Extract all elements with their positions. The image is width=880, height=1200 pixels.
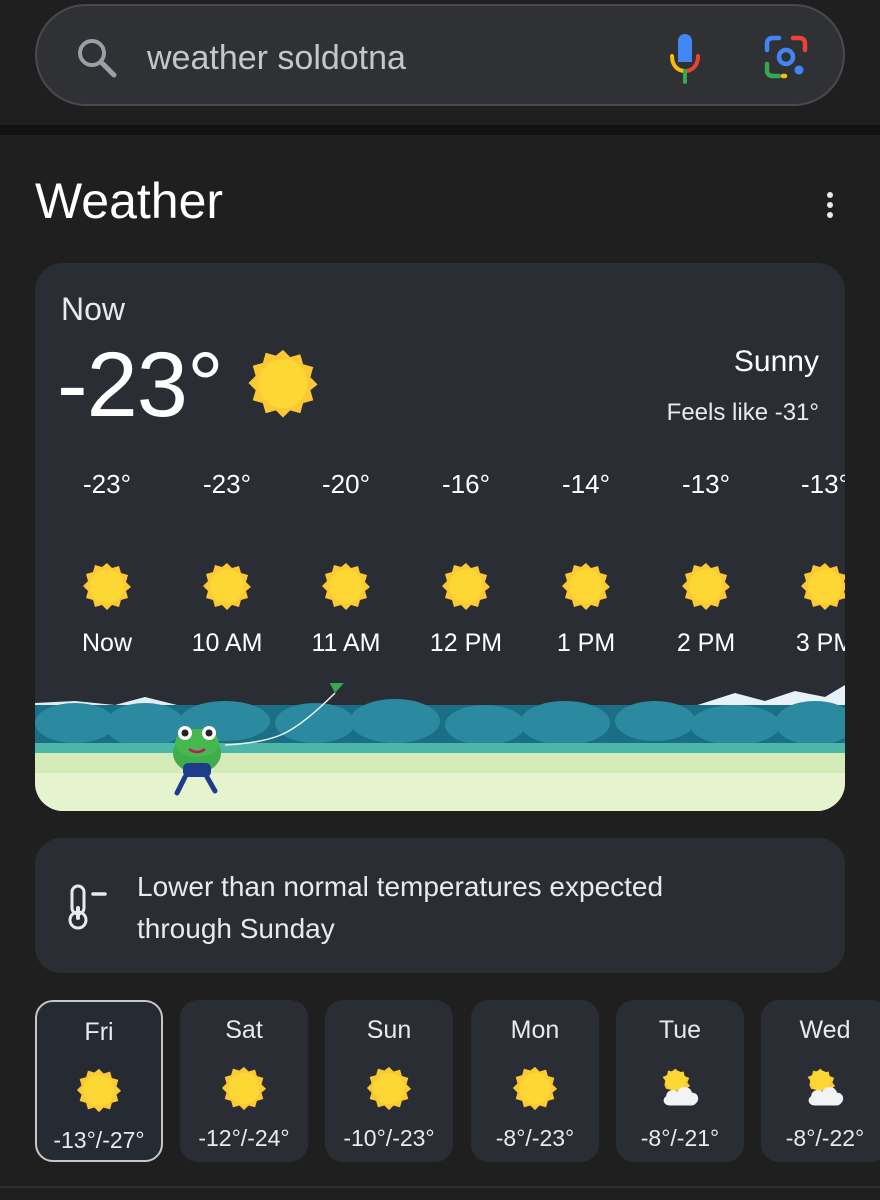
- sun-icon: [76, 1067, 122, 1113]
- day-temps: -12°/-24°: [198, 1125, 290, 1151]
- daily-forecast-wed[interactable]: Wed -8°/-22°: [761, 1000, 880, 1162]
- alert-text-line2: through Sunday: [137, 913, 335, 944]
- search-icon: [78, 39, 117, 78]
- day-name: Mon: [510, 1016, 560, 1044]
- day-name: Wed: [799, 1016, 851, 1044]
- more-vert-icon[interactable]: [820, 192, 840, 224]
- sun-icon: [561, 561, 611, 611]
- sun-icon: [681, 561, 731, 611]
- day-temps: -8°/-21°: [640, 1125, 720, 1151]
- daily-forecast-tue[interactable]: Tue -8°/-21°: [616, 1000, 744, 1162]
- search-bar-area: weather soldotna: [0, 0, 880, 125]
- sun-icon: [221, 1065, 267, 1111]
- sun-icon: [366, 1065, 412, 1111]
- current-weather-card: Now -23° Sunny Feels like -31° -23° Now …: [35, 263, 845, 811]
- current-temp: -23°: [57, 334, 224, 436]
- hourly-temp: -13°: [801, 469, 845, 499]
- sun-icon: [82, 561, 132, 611]
- hourly-item[interactable]: -20° 11 AM: [291, 469, 401, 658]
- day-temps: -13°/-27°: [53, 1127, 145, 1153]
- lens-icon[interactable]: [763, 34, 809, 80]
- day-name: Fri: [84, 1018, 114, 1046]
- alert-message: Lower than normal temperatures expected …: [137, 866, 817, 950]
- day-name: Sat: [225, 1016, 263, 1044]
- hourly-time: 2 PM: [676, 629, 736, 657]
- day-temps: -8°/-23°: [495, 1125, 575, 1151]
- hourly-temp: -14°: [562, 469, 610, 499]
- hourly-item[interactable]: -13° 3 PM: [770, 469, 845, 658]
- day-temps: -10°/-23°: [343, 1125, 435, 1151]
- sun-icon: [321, 561, 371, 611]
- hourly-temp: -13°: [682, 469, 730, 499]
- hourly-time: 3 PM: [795, 629, 845, 657]
- daily-forecast-sat[interactable]: Sat -12°/-24°: [180, 1000, 308, 1162]
- mic-icon[interactable]: [665, 30, 705, 86]
- hourly-temp: -23°: [83, 469, 131, 499]
- hourly-item[interactable]: -16° 12 PM: [411, 469, 521, 658]
- thermometer-low-icon: [68, 884, 107, 930]
- daily-forecast-fri[interactable]: Fri -13°/-27°: [35, 1000, 163, 1162]
- hourly-item[interactable]: -23° Now: [52, 469, 162, 658]
- hourly-time: 10 AM: [191, 629, 263, 657]
- daily-forecast-mon[interactable]: Mon -8°/-23°: [471, 1000, 599, 1162]
- search-box[interactable]: weather soldotna: [35, 4, 845, 106]
- partly-cloudy-icon: [657, 1065, 703, 1111]
- sun-icon: [202, 561, 252, 611]
- sun-icon: [512, 1065, 558, 1111]
- alert-text-line1: Lower than normal temperatures expected: [137, 871, 664, 902]
- hourly-temp: -23°: [203, 469, 251, 499]
- hourly-time: 1 PM: [556, 629, 616, 657]
- hourly-temp: -20°: [322, 469, 370, 499]
- condition-text: Sunny: [733, 345, 819, 378]
- hourly-time: Now: [81, 629, 132, 657]
- sun-icon: [800, 561, 845, 611]
- day-name: Sun: [366, 1016, 412, 1044]
- section-title: Weather: [35, 173, 224, 229]
- hourly-item[interactable]: -23° 10 AM: [172, 469, 282, 658]
- partly-cloudy-icon: [802, 1065, 848, 1111]
- section-divider: [0, 125, 880, 135]
- bottom-divider: [0, 1186, 880, 1188]
- hourly-time: 12 PM: [429, 629, 503, 657]
- temperature-alert[interactable]: Lower than normal temperatures expected …: [35, 838, 845, 973]
- daily-forecast-sun[interactable]: Sun -10°/-23°: [325, 1000, 453, 1162]
- feels-like-text: Feels like -31°: [666, 399, 819, 426]
- search-query[interactable]: weather soldotna: [147, 36, 406, 80]
- hourly-temp: -16°: [442, 469, 490, 499]
- weather-scene-illustration: [35, 683, 845, 811]
- now-label: Now: [61, 291, 126, 327]
- sun-icon: [441, 561, 491, 611]
- day-temps: -8°/-22°: [785, 1125, 865, 1151]
- day-name: Tue: [658, 1016, 702, 1044]
- hourly-item[interactable]: -14° 1 PM: [531, 469, 641, 658]
- sun-icon: [247, 347, 319, 419]
- hourly-time: 11 AM: [311, 629, 381, 657]
- hourly-item[interactable]: -13° 2 PM: [651, 469, 761, 658]
